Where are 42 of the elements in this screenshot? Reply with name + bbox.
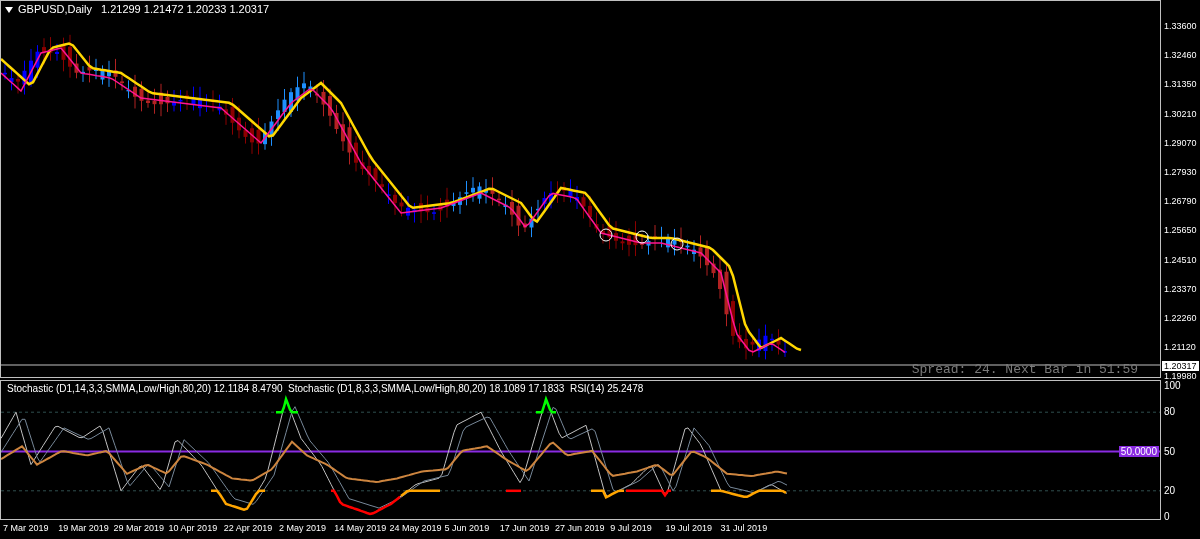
price-tick-label: 1.33600: [1164, 21, 1197, 31]
price-tick-label: 1.31350: [1164, 79, 1197, 90]
level-label: 50.0000: [1118, 446, 1159, 457]
collapse-triangle-icon[interactable]: [5, 6, 13, 13]
price-tick-label: 1.30210: [1164, 108, 1197, 119]
price-tick-label: 1.27930: [1164, 167, 1197, 177]
price-tick-label: 1.22260: [1164, 313, 1197, 323]
price-tick-label: 1.23370: [1164, 283, 1197, 294]
date-tick-label: 9 Jul 2019: [610, 523, 652, 534]
oscillator-tick-label: 0: [1164, 511, 1170, 522]
price-tick-label: 1.21120: [1164, 342, 1196, 353]
date-tick-label: 19 Jul 2019: [665, 523, 712, 534]
date-tick-label: 5 Jun 2019: [444, 523, 490, 534]
indicator-legend: Stochastic (D1,14,3,3,SMMA,Low/High,80,20) 12.1184 8.4790 Stochastic (D1,8,3,3,SMMA,Low/High,80,20) 18.1089 17.1833 RSI(14) 25.2478: [7, 383, 644, 395]
price-tick-label: 1.29070: [1164, 137, 1197, 148]
date-tick-label: 17 Jun 2019: [499, 523, 550, 534]
current-price-label: 1.20317: [1162, 361, 1199, 371]
price-tick-label: 1.25650: [1164, 225, 1197, 236]
date-tick-label: 10 Apr 2019: [168, 523, 218, 534]
date-tick-label: 7 Mar 2019: [3, 523, 49, 534]
status-text: Spread: 24. Next Bar in 51:59: [911, 363, 1138, 376]
price-tick-label: 1.19980: [1164, 371, 1197, 382]
date-tick-label: 31 Jul 2019: [720, 523, 768, 534]
date-tick-label: 22 Apr 2019: [223, 523, 273, 534]
oscillator-tick-label: 100: [1164, 380, 1181, 391]
oscillator-tick-label: 20: [1164, 484, 1176, 496]
price-tick-label: 1.26790: [1164, 196, 1197, 207]
oscillator-tick-label: 80: [1164, 406, 1176, 418]
oscillator-tick-label: 50: [1164, 445, 1176, 457]
price-tick-label: 1.24510: [1164, 254, 1197, 265]
price-tick-label: 1.32460: [1164, 50, 1197, 61]
date-tick-label: 27 Jun 2019: [555, 523, 605, 534]
date-tick-label: 19 Mar 2019: [58, 523, 109, 534]
date-tick-label: 14 May 2019: [334, 523, 387, 534]
signal-circle-icon: [635, 230, 649, 244]
symbol-title: GBPUSD,Daily: [18, 3, 92, 16]
signal-circle-icon: [599, 228, 613, 242]
date-tick-label: 29 Mar 2019: [113, 523, 164, 534]
price-quote: 1.21299 1.21472 1.20233 1.20317: [100, 3, 270, 16]
date-tick-label: 2 May 2019: [279, 523, 327, 534]
signal-circle-icon: [670, 237, 684, 251]
date-tick-label: 24 May 2019: [389, 523, 442, 534]
